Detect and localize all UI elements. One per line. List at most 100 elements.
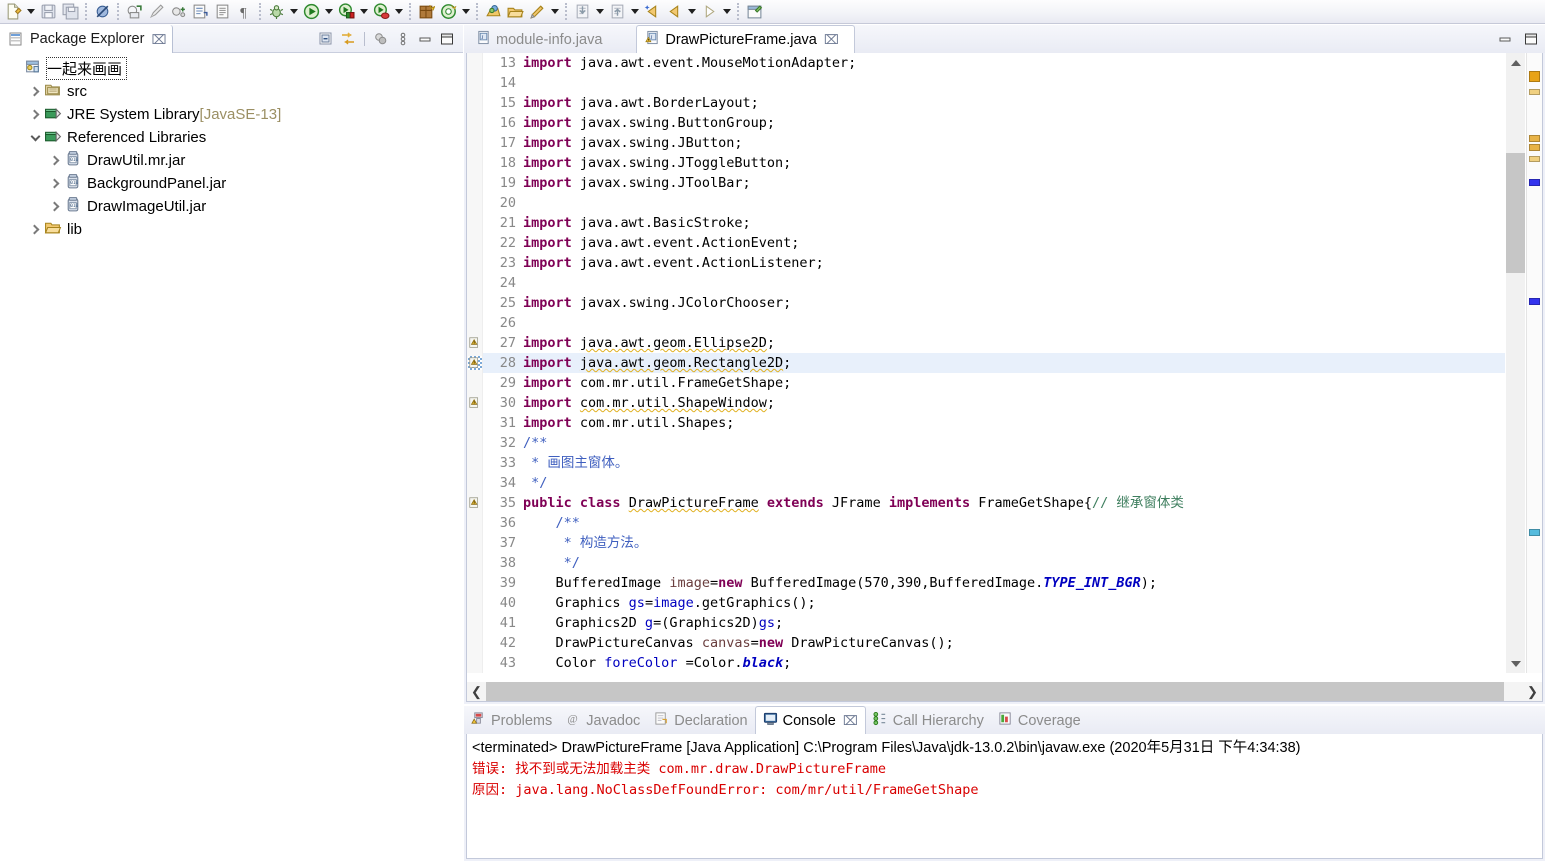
tree-item[interactable]: 一起来画画 <box>0 57 463 80</box>
run-coverage-dropdown-arrow-icon[interactable] <box>357 1 370 23</box>
minimize-icon[interactable] <box>415 29 435 49</box>
overview-marker-info[interactable] <box>1529 529 1540 536</box>
tree-expand-icon[interactable] <box>26 80 44 103</box>
open-task-folder-icon[interactable] <box>504 1 526 23</box>
line-number: 41 <box>499 615 516 631</box>
tree-expand-icon[interactable] <box>26 103 44 126</box>
warning-marker-icon[interactable] <box>468 336 482 350</box>
view-menu-icon[interactable] <box>393 29 413 49</box>
back-history-icon[interactable] <box>641 1 663 23</box>
overview-marker-warning[interactable] <box>1529 144 1540 151</box>
warning-marker-icon[interactable] <box>468 356 482 370</box>
pencil-dropdown-arrow-icon[interactable] <box>548 1 561 23</box>
warning-marker-icon[interactable] <box>468 496 482 510</box>
run-coverage-icon[interactable] <box>335 1 357 23</box>
scroll-left-icon[interactable]: ❮ <box>467 682 486 701</box>
link-with-editor-icon[interactable] <box>338 29 358 49</box>
tab-problems[interactable]: Problems <box>464 707 559 734</box>
tree-item[interactable]: lib <box>0 218 463 241</box>
overview-marker-warning[interactable] <box>1529 71 1540 82</box>
print-icon[interactable] <box>123 1 145 23</box>
back-dropdown-arrow-icon[interactable] <box>685 1 698 23</box>
tab-declaration[interactable]: Declaration <box>647 707 754 734</box>
horizontal-scroll-thumb[interactable] <box>486 682 1504 701</box>
tree-item[interactable]: 010 DrawImageUtil.jar <box>0 195 463 218</box>
externalize-strings-icon[interactable] <box>167 1 189 23</box>
open-task-icon[interactable] <box>211 1 233 23</box>
next-annotation-dropdown-arrow-icon[interactable] <box>593 1 606 23</box>
debug-dropdown-arrow-icon[interactable] <box>287 1 300 23</box>
new-java-class-icon[interactable] <box>437 1 459 23</box>
focus-on-active-task-icon[interactable] <box>371 29 391 49</box>
save-all-icon[interactable] <box>59 1 81 23</box>
tree-expand-icon[interactable] <box>46 195 64 218</box>
editor-maximize-icon[interactable] <box>1521 29 1541 49</box>
overview-marker-warning[interactable] <box>1529 135 1540 142</box>
editor-vertical-ruler[interactable] <box>467 53 483 673</box>
run-icon[interactable] <box>300 1 322 23</box>
scroll-down-icon[interactable] <box>1506 654 1525 673</box>
new-wizard-icon[interactable] <box>2 1 24 23</box>
skip-all-breakpoints-icon[interactable] <box>91 1 113 23</box>
tab-DrawPictureFrame-java[interactable]: J DrawPictureFrame.java ⌧ <box>636 25 855 53</box>
tab-package-explorer[interactable]: Package Explorer ⌧ <box>0 25 174 53</box>
pencil-icon[interactable] <box>526 1 548 23</box>
open-type-icon[interactable] <box>189 1 211 23</box>
close-icon[interactable]: ⌧ <box>151 33 166 46</box>
editor-vertical-scrollbar[interactable] <box>1506 53 1525 673</box>
tree-item[interactable]: Referenced Libraries <box>0 126 463 149</box>
forward-dropdown-arrow-icon[interactable] <box>720 1 733 23</box>
tree-twistie[interactable] <box>6 57 24 80</box>
close-icon[interactable]: ⌧ <box>843 714 858 727</box>
overview-marker-occurrence[interactable] <box>1529 179 1540 186</box>
svg-text:010: 010 <box>70 157 78 163</box>
project-tree[interactable]: 一起来画画 src JRE System Library [JavaSE-13] Re… <box>0 53 463 861</box>
overview-marker-warning[interactable] <box>1529 156 1540 162</box>
pilcrow-icon[interactable]: ¶ <box>233 1 255 23</box>
new-wizard-dropdown-arrow-icon[interactable] <box>24 1 37 23</box>
editor-overview-ruler[interactable] <box>1526 53 1542 673</box>
maximize-icon[interactable] <box>437 29 457 49</box>
scroll-right-icon[interactable]: ❯ <box>1523 682 1542 701</box>
collapse-all-icon[interactable] <box>316 29 336 49</box>
overview-marker-occurrence[interactable] <box>1529 298 1540 305</box>
run-profile-icon[interactable] <box>370 1 392 23</box>
tree-item[interactable]: src <box>0 80 463 103</box>
new-window-icon[interactable] <box>743 1 765 23</box>
close-icon[interactable]: ⌧ <box>824 33 839 46</box>
run-profile-dropdown-arrow-icon[interactable] <box>392 1 405 23</box>
forward-icon[interactable] <box>698 1 720 23</box>
editor-minimize-icon[interactable] <box>1495 29 1515 49</box>
run-dropdown-arrow-icon[interactable] <box>322 1 335 23</box>
new-java-package-icon[interactable] <box>415 1 437 23</box>
tree-item[interactable]: 010 BackgroundPanel.jar <box>0 172 463 195</box>
editor-horizontal-scrollbar[interactable]: ❮ ❯ <box>467 682 1542 701</box>
scroll-up-icon[interactable] <box>1506 53 1525 72</box>
previous-annotation-icon[interactable] <box>606 1 628 23</box>
tab-console[interactable]: Console ⌧ <box>754 706 866 734</box>
vertical-scroll-thumb[interactable] <box>1506 153 1525 273</box>
editor-text[interactable]: import java.awt.event.MouseMotionAdapter… <box>519 53 1505 673</box>
tree-collapse-icon[interactable] <box>26 126 44 149</box>
save-icon[interactable] <box>37 1 59 23</box>
tree-item[interactable]: JRE System Library [JavaSE-13] <box>0 103 463 126</box>
tab-javadoc[interactable]: @ Javadoc <box>559 707 647 734</box>
new-java-class-dropdown-arrow-icon[interactable] <box>459 1 472 23</box>
overview-marker-warning[interactable] <box>1529 89 1540 95</box>
warning-marker-icon[interactable] <box>468 396 482 410</box>
code-editor[interactable]: 13 14 15 16 17 18 19 20 21 22 23 24 25 26 27 28 29 30 31 32… <box>466 53 1543 702</box>
debug-icon[interactable] <box>265 1 287 23</box>
tab-module-info-java[interactable]: Jmodule-info.java <box>468 26 632 53</box>
tab-call-hierarchy[interactable]: Call Hierarchy <box>866 707 991 734</box>
next-annotation-icon[interactable] <box>571 1 593 23</box>
tree-expand-icon[interactable] <box>26 218 44 241</box>
tab-coverage[interactable]: Coverage <box>991 707 1088 734</box>
tree-item[interactable]: 010 DrawUtil.mr.jar <box>0 149 463 172</box>
back-icon[interactable] <box>663 1 685 23</box>
search-icon[interactable] <box>482 1 504 23</box>
tree-expand-icon[interactable] <box>46 172 64 195</box>
tree-expand-icon[interactable] <box>46 149 64 172</box>
console-output[interactable]: <terminated> DrawPictureFrame [Java Appl… <box>466 734 1543 859</box>
previous-annotation-dropdown-arrow-icon[interactable] <box>628 1 641 23</box>
quick-access-brush-icon[interactable] <box>145 1 167 23</box>
